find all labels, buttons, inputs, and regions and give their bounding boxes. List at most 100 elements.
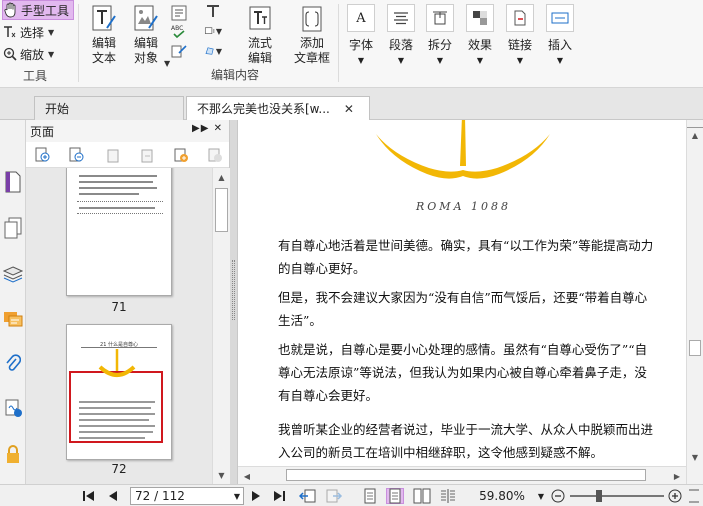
paragraph-label: 段落 [388,38,413,52]
document-hscrollbar[interactable]: ◀ ▶ [238,466,686,484]
chevron-down-icon: ▼ [516,56,524,65]
add-textbox-label: 添加 文章框 [293,36,330,65]
signature-icon[interactable] [1,394,25,422]
next-page-button[interactable] [248,488,264,504]
chevron-down-icon: ▼ [397,56,405,65]
zoom-tool-button[interactable]: 缩放 ▼ [2,44,54,64]
scroll-left-arrow[interactable]: ◀ [240,469,254,483]
zoom-out-icon[interactable] [550,488,566,504]
close-icon[interactable]: ✕ [344,102,354,116]
tab-home[interactable]: 开始 [34,96,184,120]
insert-label: 插入 [547,38,572,52]
paragraph-button[interactable]: 段落 ▼ [381,4,421,65]
split-button[interactable]: 拆分 ▼ [420,4,460,65]
first-page-button[interactable] [80,488,98,504]
chevron-down-icon: ▼ [436,56,444,65]
hscroll-thumb[interactable] [286,469,646,481]
continuous-view-icon[interactable] [386,488,404,504]
previous-view-icon[interactable] [298,488,318,504]
fit-page-icon[interactable] [687,488,701,504]
font-button[interactable]: A 字体 ▼ [341,4,381,65]
page-thumbnail-72[interactable]: 21 什么是自尊心 [66,324,172,460]
last-page-button[interactable] [270,488,288,504]
continuous-facing-view-icon[interactable] [438,488,458,504]
rotate-page-icon[interactable] [104,146,122,164]
lock-icon[interactable] [1,440,25,468]
pages-icon[interactable] [1,214,25,242]
page-thumbnail-71[interactable] [66,168,172,296]
facing-view-icon[interactable] [412,488,432,504]
zoom-out-page-icon[interactable] [68,146,86,164]
page-thumbnail-icon[interactable] [1,168,25,196]
comments-icon[interactable] [1,306,25,334]
chevron-down-icon: ▼ [215,26,222,36]
add-textbox-button[interactable]: 添加 文章框 [290,4,334,66]
doc-scroll-thumb[interactable] [689,340,701,356]
effect-icon [466,4,494,32]
tab-document-label: 不那么完美也没关系[w... [197,102,330,116]
scroll-up-arrow[interactable]: ▲ [213,170,230,184]
zoom-slider-track[interactable] [570,495,664,497]
split-icon [426,4,454,32]
edit-text-label: 编辑 文本 [91,36,116,65]
zoom-slider-handle[interactable] [596,490,602,502]
tab-document[interactable]: 不那么完美也没关系[w... ✕ [186,96,370,120]
edit-object-label: 编辑 对象 [133,36,158,65]
font-icon: A [347,4,375,32]
text-cursor-icon [2,24,18,40]
delete-page-icon[interactable] [206,146,224,164]
page-number-value: 72 / 112 [135,489,185,503]
effect-label: 效果 [467,38,492,52]
panel-scrollbar[interactable]: ▲ ▼ [212,168,230,484]
attachment-icon[interactable] [1,350,25,378]
replace-icon[interactable] [170,42,188,60]
font-label: 字体 [348,38,373,52]
hand-tool-button[interactable]: 手型工具 [2,0,75,20]
split-label: 拆分 [427,38,452,52]
polygon-icon[interactable]: ▼ [204,42,222,60]
edit-object-button[interactable]: 编辑 对象 ▼ [126,4,170,68]
roma-caption: ROMA 1088 [416,200,511,213]
extract-page-icon[interactable] [138,146,156,164]
scroll-up-arrow[interactable]: ▲ [687,128,703,142]
spellcheck-icon[interactable]: ABC [170,22,188,40]
panel-collapse-arrows[interactable]: ▶▶ ✕ [192,123,223,134]
link-button[interactable]: 链接 ▼ [500,4,540,65]
flow-edit-button[interactable]: 流式 编辑 [242,4,278,66]
layers-icon[interactable] [1,260,25,288]
scroll-down-arrow[interactable]: ▼ [213,468,230,482]
chevron-down-icon: ▼ [556,56,564,65]
select-tool-button[interactable]: 选择 ▼ [2,22,54,42]
panel-scroll-thumb[interactable] [215,188,228,232]
paragraph-4: 我曾听某企业的经营者说过，毕业于一流大学、从众人中脱颖而出进入公司的新员工在培训… [278,422,654,460]
tools-group: 手型工具 选择 ▼ 缩放 ▼ 工具 [0,0,76,88]
chevron-down-icon[interactable]: ▼ [234,492,240,501]
zoom-dropdown[interactable]: ▼ [534,488,548,504]
paragraph-1: 有自尊心地活着是世间美德。确实，具有“以工作为荣”等能提高动力的自尊心更好。 [278,238,654,276]
paragraph-icon [387,4,415,32]
visible-area-frame[interactable] [69,349,163,443]
hand-tool-label: 手型工具 [21,3,70,18]
text-format-icon[interactable] [170,4,188,22]
insert-page-icon[interactable] [172,146,190,164]
page-number-71: 71 [111,300,127,314]
link-icon [506,4,534,32]
edit-text-button[interactable]: 编辑 文本 [86,4,122,66]
scroll-down-arrow[interactable]: ▼ [687,450,703,464]
document-vscrollbar[interactable]: ▲ ▼ [686,120,703,484]
zoom-in-icon[interactable] [667,488,683,504]
page-number-field[interactable]: 72 / 112 ▼ [130,487,244,505]
text-tool-icon[interactable] [204,2,222,20]
scroll-right-arrow[interactable]: ▶ [670,469,684,483]
panel-splitter[interactable] [230,120,238,484]
pages-panel: 页面 ▶▶ ✕ 71 21 什么是自尊心 72 ▲ ▼ [26,120,230,484]
next-view-icon[interactable] [324,488,344,504]
shape-icon[interactable]: ▼ [204,22,222,40]
single-page-view-icon[interactable] [362,488,378,504]
tab-home-label: 开始 [45,102,70,116]
prev-page-button[interactable] [104,488,122,504]
select-tool-label: 选择 [20,25,45,40]
zoom-in-page-icon[interactable] [34,146,52,164]
insert-button[interactable]: 插入 ▼ [540,4,580,65]
effect-button[interactable]: 效果 ▼ [460,4,500,65]
